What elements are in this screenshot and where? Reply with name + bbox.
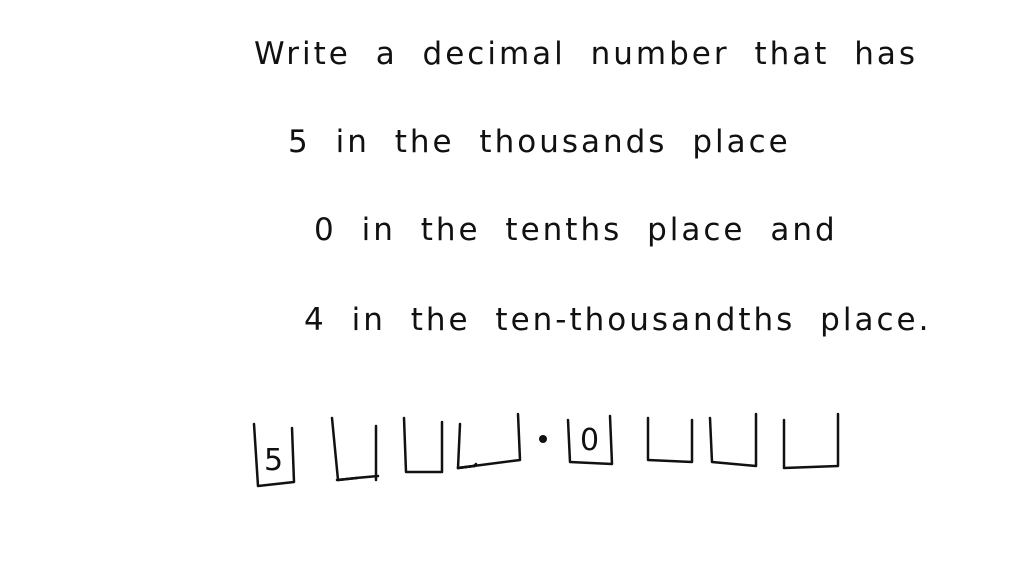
place-value-diagram: 5 0 [252, 412, 840, 488]
box-thousandths [708, 412, 758, 468]
box-tens [402, 416, 444, 474]
box-hundreds [330, 416, 380, 482]
decimal-point [539, 435, 547, 443]
box-hundredths [646, 416, 694, 464]
box-ten-thousandths [782, 412, 840, 470]
box-ones [456, 412, 522, 470]
box-tenths: 0 [566, 414, 614, 466]
digit-thousands: 5 [264, 443, 283, 478]
digit-tenths: 0 [580, 423, 599, 458]
box-thousands: 5 [252, 422, 296, 488]
